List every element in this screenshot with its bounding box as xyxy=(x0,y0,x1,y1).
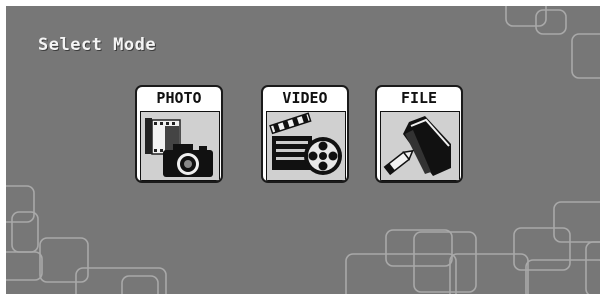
file-mode-label: FILE xyxy=(400,89,438,107)
photo-mode-label: PHOTO xyxy=(156,89,202,107)
photo-mode-button[interactable]: PHOTO xyxy=(135,85,223,183)
video-mode-label: VIDEO xyxy=(282,89,328,107)
video-mode-button[interactable]: VIDEO xyxy=(261,85,349,183)
file-mode-button[interactable]: FILE xyxy=(375,85,463,183)
clapperboard-film-reel-icon xyxy=(266,111,346,181)
page-title: Select Mode xyxy=(38,35,157,55)
folder-pencil-icon xyxy=(380,111,460,181)
photo-camera-film-icon xyxy=(140,111,220,181)
mode-select-screen: Select Mode PHOTO VIDEO FILE xyxy=(6,6,600,294)
